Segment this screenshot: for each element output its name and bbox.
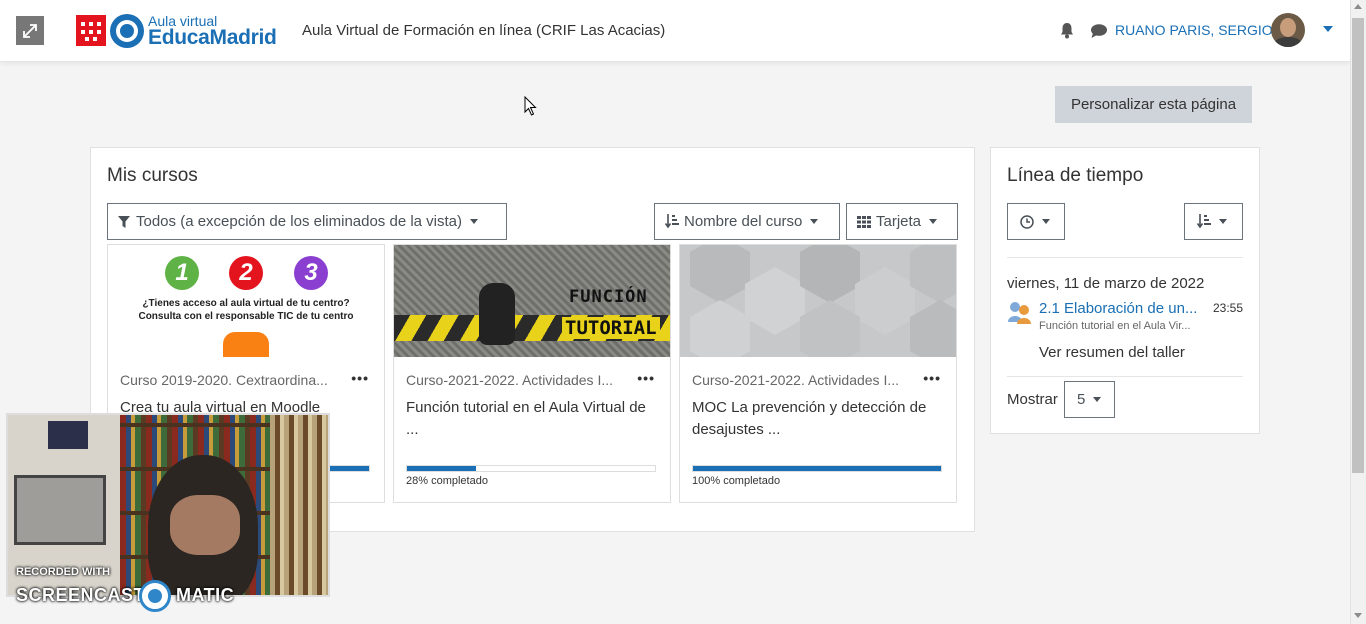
course-progress-label: 100% completado xyxy=(692,475,781,487)
scrollbar-thumb[interactable] xyxy=(1352,18,1364,473)
sort-icon xyxy=(1197,214,1211,229)
logo-title[interactable]: EducaMadrid xyxy=(148,26,277,50)
scroll-down-icon[interactable] xyxy=(1354,613,1362,618)
my-courses-title: Mis cursos xyxy=(107,165,198,186)
mouse-cursor-icon xyxy=(524,95,538,116)
courses-view-dropdown[interactable]: Tarjeta xyxy=(846,203,958,240)
timeline-filter-dropdown[interactable] xyxy=(1007,203,1065,240)
customize-page-button[interactable]: Personalizar esta página xyxy=(1055,86,1252,123)
more-options-icon[interactable]: ••• xyxy=(637,370,655,386)
message-icon[interactable] xyxy=(1090,23,1108,39)
grid-icon xyxy=(857,215,871,228)
courses-filter-dropdown[interactable]: Todos (a excepción de los eliminados de … xyxy=(107,203,507,240)
bell-icon[interactable] xyxy=(1059,22,1075,39)
caret-down-icon xyxy=(470,219,479,224)
educamadrid-logo-icon[interactable] xyxy=(110,14,144,48)
step-one-badge: 1 xyxy=(165,256,199,290)
course-image[interactable]: FUNCIÓN TUTORIAL xyxy=(394,245,670,357)
watermark-recorded: RECORDED WITH xyxy=(16,566,111,578)
caret-down-icon xyxy=(929,219,938,224)
image-caption-line: Consulta con el responsable TIC de tu ce… xyxy=(138,311,354,322)
workshop-icon xyxy=(1007,300,1033,324)
timeline-panel: Línea de tiempo viernes, 11 de marzo de … xyxy=(990,147,1260,434)
course-progress-bar xyxy=(692,465,942,472)
user-name-link[interactable]: RUANO PARIS, SERGIO xyxy=(1115,22,1273,38)
watermark-brand: SCREENCAST xyxy=(16,585,146,605)
image-caption-line: ¿Tienes acceso al aula virtual de tu cen… xyxy=(142,298,350,309)
site-title[interactable]: Aula Virtual de Formación en línea (CRIF… xyxy=(302,22,665,39)
more-options-icon[interactable]: ••• xyxy=(351,370,369,386)
show-count-label: Mostrar xyxy=(1007,391,1058,408)
bookshelf-right xyxy=(270,415,328,595)
timeline-event-action-link[interactable]: Ver resumen del taller xyxy=(1039,344,1185,361)
step-two-badge: 2 xyxy=(229,256,263,290)
caret-down-icon xyxy=(1219,219,1227,224)
timeline-event-course: Función tutorial en el Aula Vir... xyxy=(1039,320,1191,332)
course-progress-fill xyxy=(407,466,477,471)
screencast-logo-icon xyxy=(139,580,171,612)
more-options-icon[interactable]: ••• xyxy=(923,370,941,386)
course-image[interactable] xyxy=(680,245,956,357)
courses-sort-dropdown[interactable]: Nombre del curso xyxy=(654,203,840,240)
timeline-title: Línea de tiempo xyxy=(1007,165,1144,186)
step-three-badge: 3 xyxy=(294,256,328,290)
divider xyxy=(1007,257,1243,258)
course-progress-bar xyxy=(406,465,656,472)
timeline-event-time: 23:55 xyxy=(1213,301,1244,315)
shoe-icon xyxy=(479,283,515,345)
show-count-dropdown[interactable]: 5 xyxy=(1064,381,1115,418)
timeline-date-heading: viernes, 11 de marzo de 2022 xyxy=(1007,275,1205,292)
wall-plaque xyxy=(48,421,88,449)
image-word: FUNCIÓN xyxy=(569,287,648,307)
framed-photo xyxy=(14,475,106,545)
sort-icon xyxy=(665,214,679,229)
sort-label: Nombre del curso xyxy=(684,213,803,230)
clock-icon xyxy=(1020,214,1034,229)
madrid-logo[interactable] xyxy=(76,15,106,46)
caret-down-icon xyxy=(810,219,819,224)
hexagon-pattern xyxy=(690,245,956,357)
course-progress-label: 28% completado xyxy=(406,475,488,487)
divider xyxy=(1007,376,1243,377)
filter-label: Todos (a excepción de los eliminados de … xyxy=(136,213,463,230)
course-card[interactable]: Curso-2021-2022. Actividades I... ••• MO… xyxy=(679,244,957,503)
chevron-down-icon[interactable] xyxy=(1323,26,1333,32)
image-word: TUTORIAL xyxy=(562,317,660,339)
caret-down-icon xyxy=(1093,397,1102,402)
course-name-link[interactable]: MOC La prevención y detección de desajus… xyxy=(692,397,932,441)
timeline-sort-dropdown[interactable] xyxy=(1184,203,1243,240)
caret-down-icon xyxy=(1042,219,1050,224)
course-card[interactable]: FUNCIÓN TUTORIAL Curso-2021-2022. Activi… xyxy=(393,244,671,503)
user-avatar[interactable] xyxy=(1271,13,1305,47)
course-category: Curso-2021-2022. Actividades I... xyxy=(692,372,900,388)
course-category: Curso-2021-2022. Actividades I... xyxy=(406,372,614,388)
filter-icon xyxy=(118,215,130,228)
course-progress-fill xyxy=(693,466,941,471)
timeline-event-link[interactable]: 2.1 Elaboración de un... xyxy=(1039,300,1204,317)
expand-icon[interactable] xyxy=(16,16,44,45)
course-image[interactable]: 1 2 3 ¿Tienes acceso al aula virtual de … xyxy=(108,245,384,357)
watermark-brand-suffix: MATIC xyxy=(176,585,235,605)
show-count-value: 5 xyxy=(1077,391,1086,408)
person-face xyxy=(170,495,240,555)
top-navbar: Aula virtual EducaMadrid Aula Virtual de… xyxy=(0,0,1350,62)
course-name-link[interactable]: Función tutorial en el Aula Virtual de .… xyxy=(406,397,646,441)
moodle-logo-icon xyxy=(223,332,269,357)
scroll-up-icon[interactable] xyxy=(1354,4,1362,9)
course-category: Curso 2019-2020. Cextraordina... xyxy=(120,372,328,388)
view-label: Tarjeta xyxy=(876,213,922,230)
